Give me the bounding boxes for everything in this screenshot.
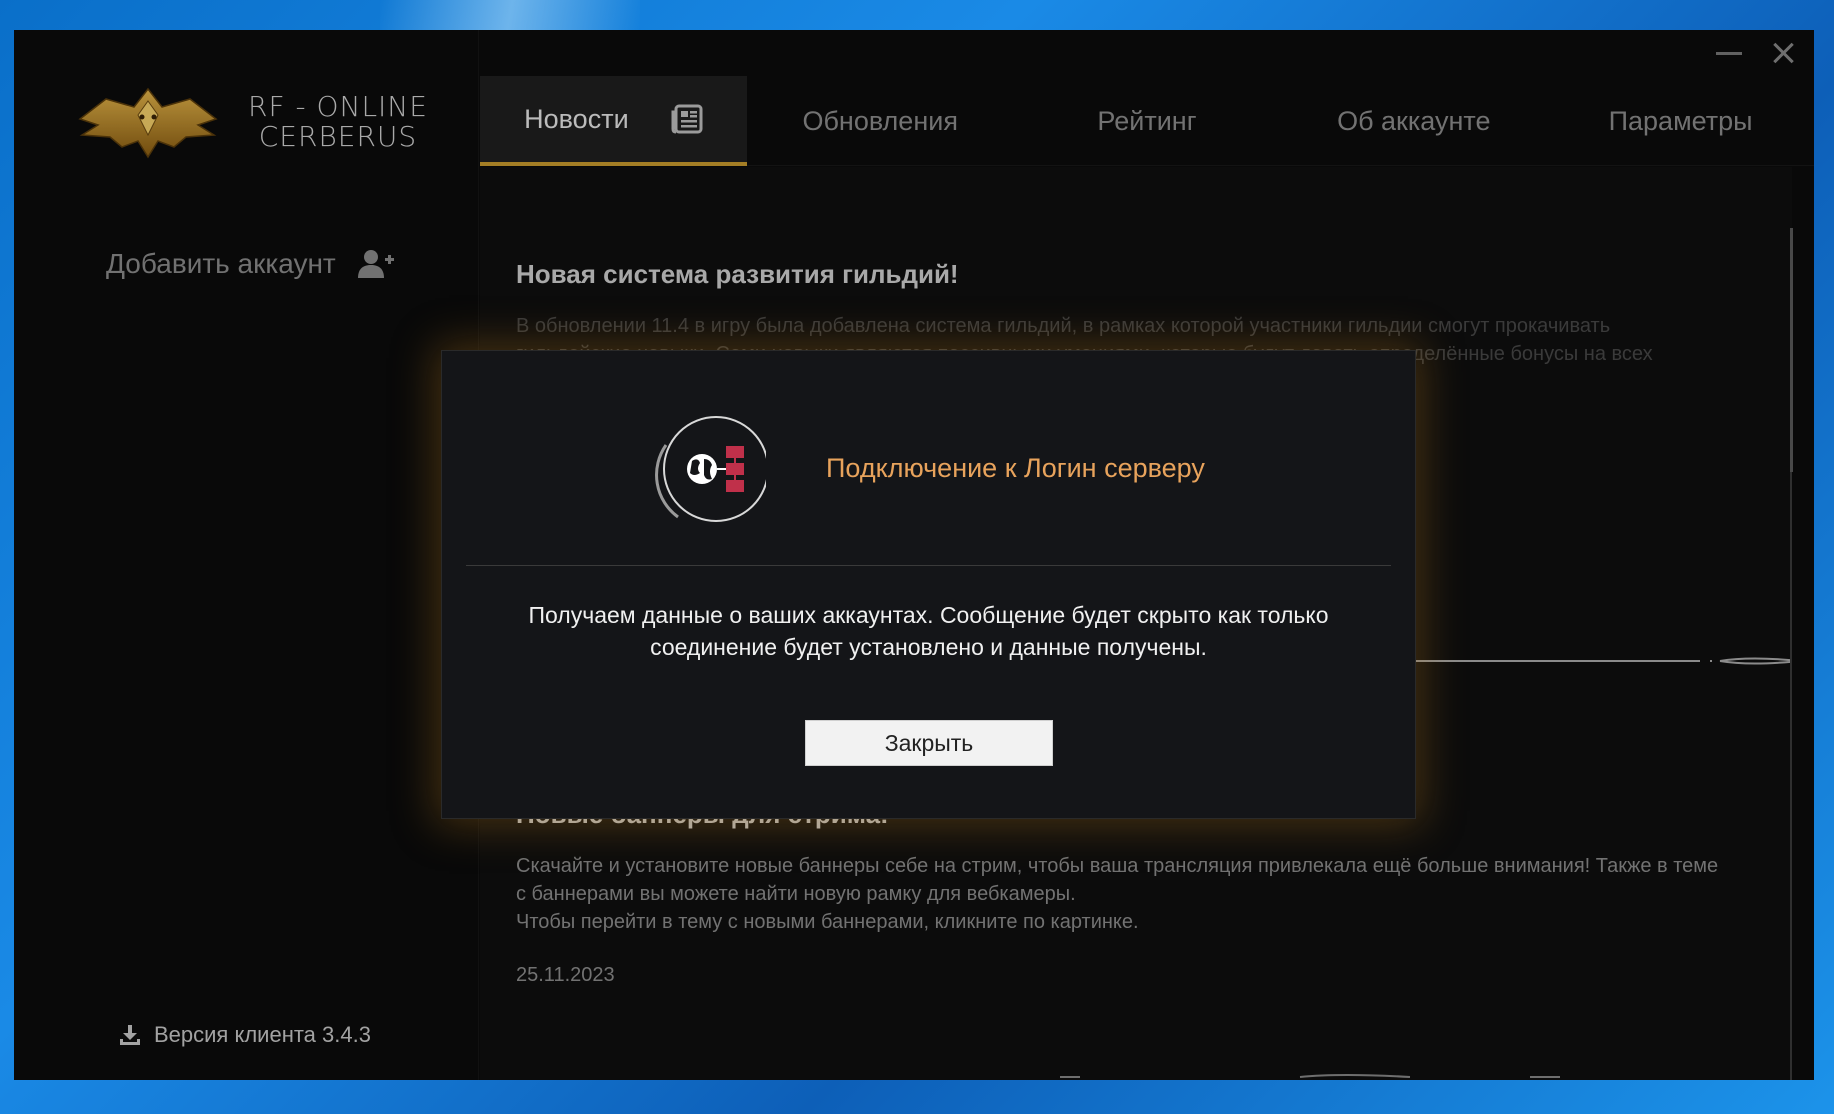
launcher-window: RF - ONLINE CERBERUS Добавить аккаунт Ве… [14,30,1814,1080]
dialog-header: Подключение к Логин серверу [442,351,1415,565]
dialog-title: Подключение к Логин серверу [826,453,1205,483]
connection-dialog: Подключение к Логин серверу Получаем дан… [441,350,1416,819]
globe-server-icon [655,416,766,522]
dialog-divider [466,565,1391,566]
dialog-message-line: соединение будет установлено и данные по… [650,634,1207,660]
dialog-message: Получаем данные о ваших аккаунтах. Сообщ… [482,599,1375,663]
dialog-message-line: Получаем данные о ваших аккаунтах. Сообщ… [528,602,1329,628]
close-dialog-button[interactable]: Закрыть [805,720,1053,766]
desktop-background-streak [380,0,640,30]
